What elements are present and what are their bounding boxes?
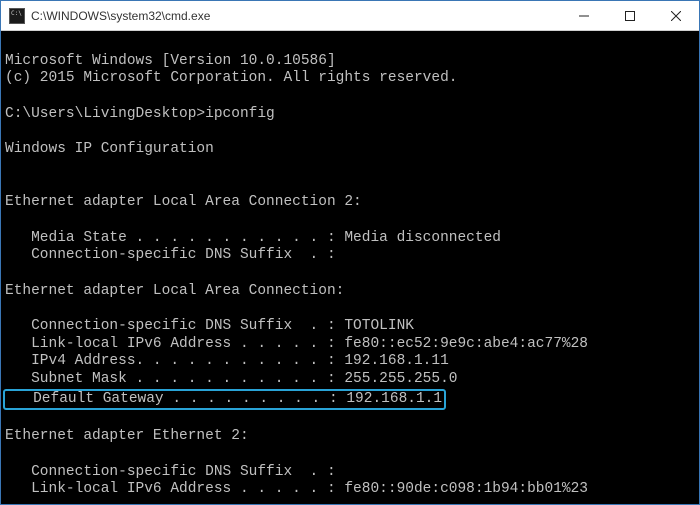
- copyright-line: (c) 2015 Microsoft Corporation. All righ…: [5, 70, 457, 86]
- ipv6-line: Link-local IPv6 Address . . . . . : fe80…: [5, 481, 588, 497]
- adapter-title: Ethernet adapter Local Area Connection:: [5, 283, 344, 299]
- console-output[interactable]: Microsoft Windows [Version 10.0.10586] (…: [1, 31, 699, 504]
- blank-line: [5, 212, 14, 228]
- subnet-line: Subnet Mask . . . . . . . . . . . : 255.…: [5, 371, 457, 387]
- media-state-line: Media State . . . . . . . . . . . : Medi…: [5, 230, 501, 246]
- default-gateway-highlight: Default Gateway . . . . . . . . . : 192.…: [3, 389, 446, 411]
- blank-line: [5, 265, 14, 281]
- adapter-title: Ethernet adapter Ethernet 2:: [5, 428, 249, 444]
- ipv4-line: IPv4 Address. . . . . . . . . . . : 192.…: [5, 353, 449, 369]
- blank-line: [5, 410, 14, 426]
- maximize-button[interactable]: [607, 1, 653, 30]
- gateway-line: Default Gateway . . . . . . . . . : 192.…: [7, 391, 442, 407]
- ipv6-line: Link-local IPv6 Address . . . . . : fe80…: [5, 336, 588, 352]
- ipconfig-heading: Windows IP Configuration: [5, 141, 214, 157]
- minimize-icon: [579, 11, 589, 21]
- blank-line: [5, 123, 14, 139]
- dns-suffix-line: Connection-specific DNS Suffix . :: [5, 247, 336, 263]
- titlebar[interactable]: C:\WINDOWS\system32\cmd.exe: [1, 1, 699, 31]
- close-button[interactable]: [653, 1, 699, 30]
- blank-line: [5, 177, 14, 193]
- blank-line: [5, 159, 14, 175]
- close-icon: [671, 11, 681, 21]
- prompt-line: C:\Users\LivingDesktop>ipconfig: [5, 106, 275, 122]
- blank-line: [5, 88, 14, 104]
- adapter-title: Ethernet adapter Local Area Connection 2…: [5, 194, 362, 210]
- blank-line: [5, 446, 14, 462]
- dns-suffix-line: Connection-specific DNS Suffix . :: [5, 464, 336, 480]
- banner-line: Microsoft Windows [Version 10.0.10586]: [5, 53, 336, 69]
- cmd-icon: [9, 8, 25, 24]
- dns-suffix-line: Connection-specific DNS Suffix . : TOTOL…: [5, 318, 414, 334]
- window-controls: [561, 1, 699, 30]
- maximize-icon: [625, 11, 635, 21]
- blank-line: [5, 300, 14, 316]
- cmd-window: C:\WINDOWS\system32\cmd.exe Microsoft Wi…: [0, 0, 700, 505]
- window-title: C:\WINDOWS\system32\cmd.exe: [31, 9, 210, 23]
- minimize-button[interactable]: [561, 1, 607, 30]
